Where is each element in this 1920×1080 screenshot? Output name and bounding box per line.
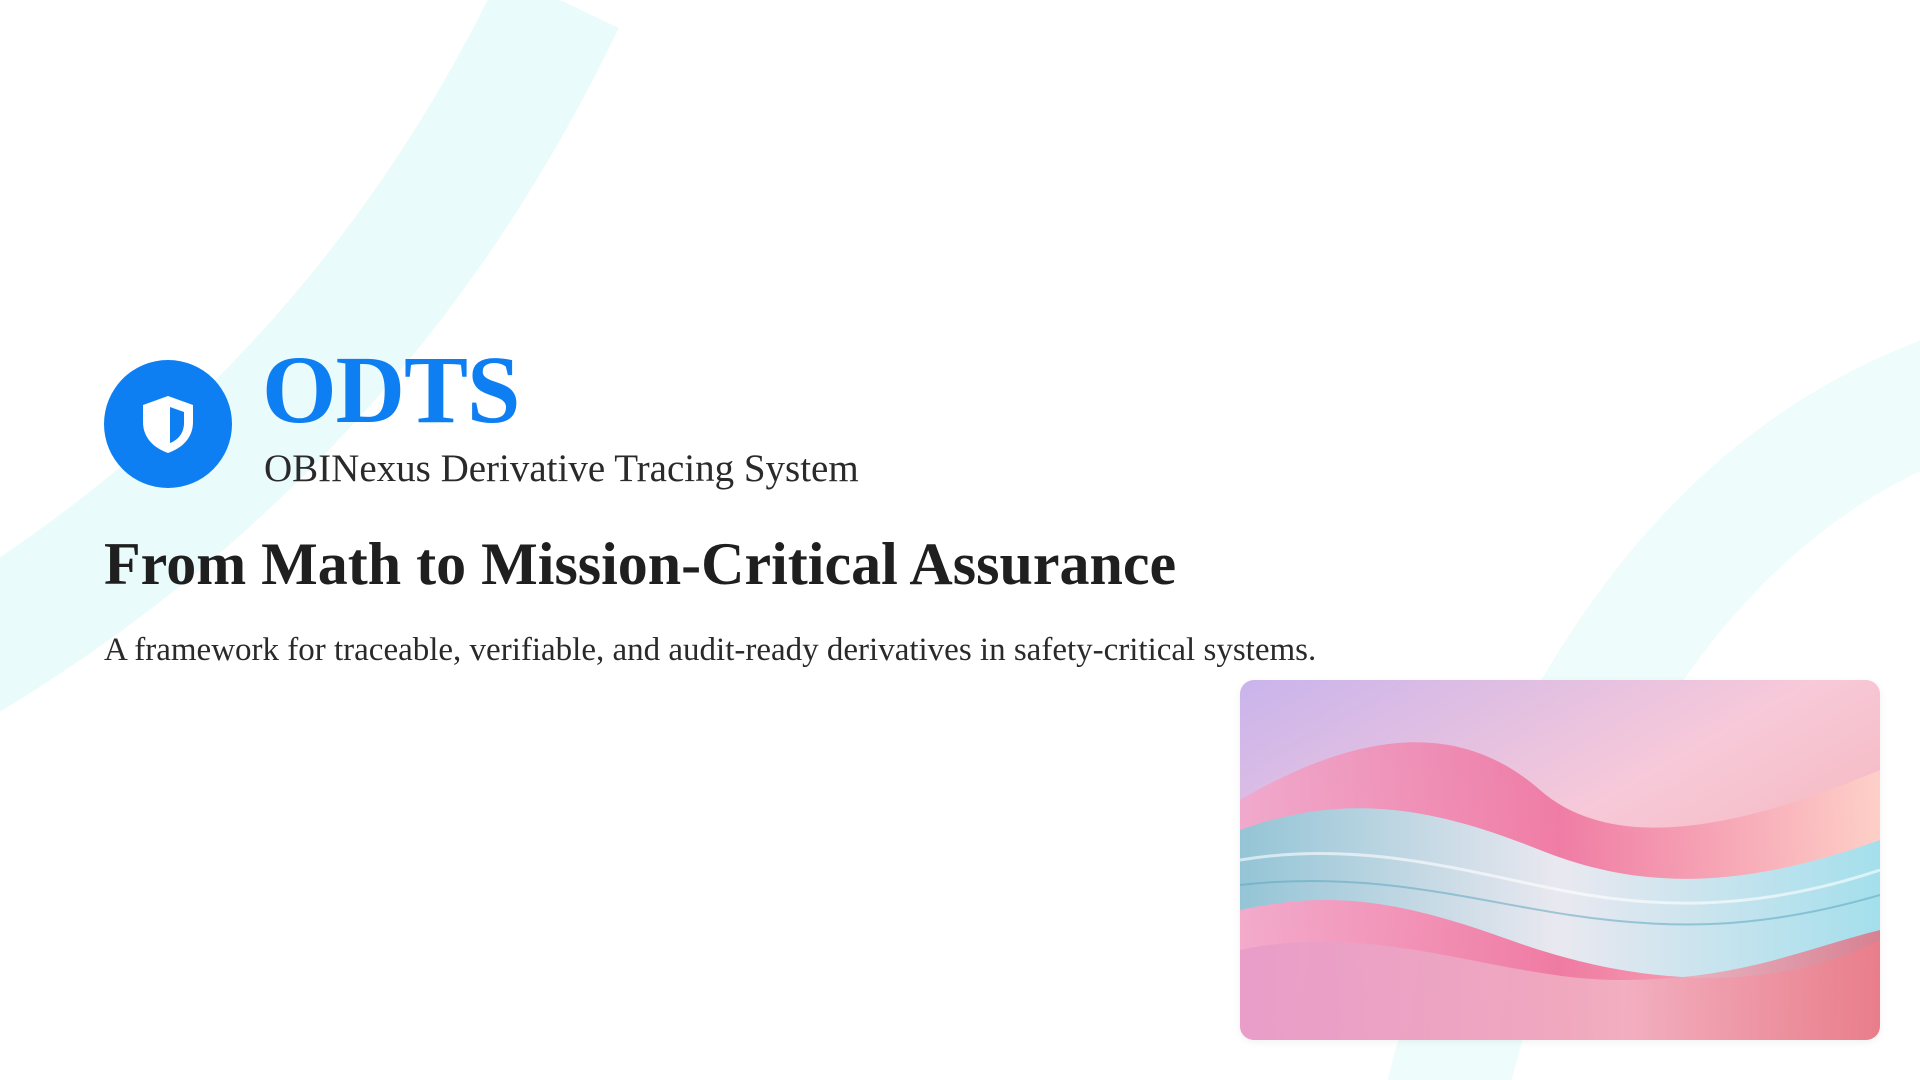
logo [104,360,232,488]
brand-subtitle: OBINexus Derivative Tracing System [264,447,859,490]
page-tagline: A framework for traceable, verifiable, a… [104,632,1317,668]
hero-illustration [1240,680,1880,1040]
page-headline: From Math to Mission-Critical Assurance [104,531,1177,597]
shield-icon [143,396,193,453]
brand-title: ODTS [262,336,520,443]
